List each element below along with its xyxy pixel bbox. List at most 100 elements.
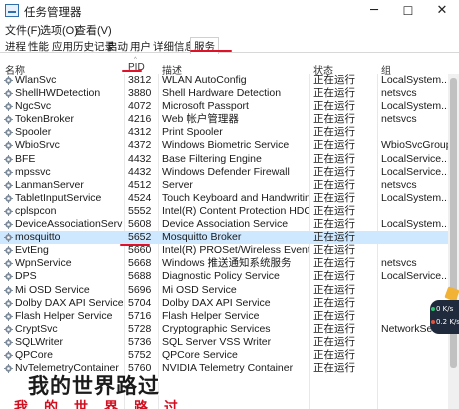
service-name: Spooler: [15, 126, 52, 139]
service-icon: [4, 180, 13, 190]
service-status: 正在运行: [313, 113, 355, 126]
service-icon: [4, 285, 13, 295]
service-row[interactable]: mosquitto 5652 Mosquitto Broker 正在运行: [0, 231, 459, 245]
menu-options[interactable]: 选项(O): [40, 22, 78, 38]
service-description: Touch Keyboard and Handwriting...: [162, 191, 309, 204]
menu-bar: 文件(F) 选项(O) 查看(V): [0, 22, 459, 37]
service-description: Cryptographic Services: [162, 322, 271, 335]
service-status: 正在运行: [313, 309, 355, 322]
service-description: Intel(R) PROSet/Wireless Event Log: [162, 244, 309, 257]
service-status: 正在运行: [313, 165, 355, 178]
service-row[interactable]: LanmanServer 4512 Server 正在运行 netsvcs: [0, 179, 459, 192]
maximize-button[interactable]: ☐: [391, 0, 425, 22]
service-name: BFE: [15, 152, 36, 165]
service-description: Mi OSD Service: [162, 283, 237, 296]
service-description: Windows Biometric Service: [162, 139, 290, 152]
tab-app-history[interactable]: 应用历史记录: [52, 39, 115, 54]
service-row[interactable]: DPS 5688 Diagnostic Policy Service 正在运行 …: [0, 270, 459, 283]
service-name: mpssvc: [15, 165, 51, 178]
service-icon: [4, 206, 13, 216]
service-name: WlanSvc: [15, 74, 57, 86]
service-row[interactable]: CryptSvc 5728 Cryptographic Services 正在运…: [0, 323, 459, 336]
menu-view[interactable]: 查看(V): [75, 22, 112, 38]
network-speed-widget[interactable]: 0 K/s 0.2 K/s: [430, 300, 459, 334]
service-row[interactable]: Spooler 4312 Print Spooler 正在运行: [0, 126, 459, 139]
service-row[interactable]: TokenBroker 4216 Web 帐户管理器 正在运行 netsvcs: [0, 113, 459, 126]
service-row[interactable]: NgcSvc 4072 Microsoft Passport 正在运行 Loca…: [0, 100, 459, 113]
service-name: mosquitto: [15, 231, 61, 244]
service-row[interactable]: Mi OSD Service 5696 Mi OSD Service 正在运行: [0, 284, 459, 297]
service-name: WbioSrvc: [15, 139, 60, 152]
service-status: 正在运行: [313, 270, 355, 283]
service-status: 正在运行: [313, 362, 355, 375]
menu-file[interactable]: 文件(F): [5, 22, 41, 38]
service-name: Flash Helper Service: [15, 309, 113, 322]
service-description: Intel(R) Content Protection HDCP ...: [162, 204, 309, 217]
service-name: LanmanServer: [15, 178, 84, 191]
service-status: 正在运行: [313, 74, 355, 86]
service-row[interactable]: WbioSrvc 4372 Windows Biometric Service …: [0, 139, 459, 152]
service-row[interactable]: BFE 4432 Base Filtering Engine 正在运行 Loca…: [0, 153, 459, 166]
service-pid: 4072: [128, 100, 152, 113]
service-row[interactable]: Flash Helper Service 5716 Flash Helper S…: [0, 310, 459, 323]
service-description: Flash Helper Service: [162, 309, 260, 322]
service-pid: 5608: [128, 218, 152, 231]
service-icon: [4, 364, 13, 374]
service-status: 正在运行: [313, 126, 355, 139]
minimize-button[interactable]: ─: [357, 0, 391, 22]
service-icon: [4, 246, 13, 256]
vertical-scrollbar[interactable]: [448, 74, 459, 409]
service-icon: [4, 102, 13, 112]
pid-5652-annotation: [120, 244, 150, 246]
close-button[interactable]: ✕: [425, 0, 459, 22]
service-description: Device Association Service: [162, 218, 289, 231]
tab-processes[interactable]: 进程: [5, 39, 26, 54]
service-icon: [4, 193, 13, 203]
service-row[interactable]: WlanSvc 3812 WLAN AutoConfig 正在运行 LocalS…: [0, 74, 459, 87]
service-icon: [4, 128, 13, 138]
service-status: 正在运行: [313, 218, 355, 231]
service-status: 正在运行: [313, 191, 355, 204]
service-row[interactable]: QPCore 5752 QPCore Service 正在运行: [0, 349, 459, 362]
watermark-text: 我的世界路过: [28, 373, 160, 398]
service-name: ShellHWDetection: [15, 87, 101, 100]
service-icon: [4, 298, 13, 308]
download-speed: 0.2 K/s: [436, 318, 459, 326]
service-row[interactable]: SQLWriter 5736 SQL Server VSS Writer 正在运…: [0, 336, 459, 349]
service-name: EvtEng: [15, 244, 49, 257]
tab-details[interactable]: 详细信息: [153, 39, 195, 54]
service-pid: 4372: [128, 139, 152, 152]
service-status: 正在运行: [313, 283, 355, 296]
service-row[interactable]: Dolby DAX API Service 5704 Dolby DAX API…: [0, 297, 459, 310]
service-row[interactable]: TabletInputService 4524 Touch Keyboard a…: [0, 192, 459, 205]
service-row[interactable]: mpssvc 4432 Windows Defender Firewall 正在…: [0, 166, 459, 179]
service-description: Dolby DAX API Service: [162, 296, 271, 309]
service-description: Base Filtering Engine: [162, 152, 262, 165]
service-row[interactable]: ShellHWDetection 3880 Shell Hardware Det…: [0, 87, 459, 100]
upload-speed: 0 K/s: [436, 305, 454, 313]
service-row[interactable]: DeviceAssociationService 5608 Device Ass…: [0, 218, 459, 231]
service-status: 正在运行: [313, 335, 355, 348]
service-description: Mosquitto Broker: [162, 231, 242, 244]
tab-users[interactable]: 用户: [130, 39, 151, 54]
service-pid: 3812: [128, 74, 152, 86]
service-pid: 5688: [128, 270, 152, 283]
tab-startup[interactable]: 启动: [107, 39, 128, 54]
service-status: 正在运行: [313, 87, 355, 100]
service-pid: 5736: [128, 335, 152, 348]
service-name: NgcSvc: [15, 100, 52, 113]
service-pid: 4312: [128, 126, 152, 139]
service-description: Shell Hardware Detection: [162, 87, 282, 100]
service-description: Server: [162, 178, 193, 191]
service-pid: 5668: [128, 257, 152, 270]
service-pid: 5704: [128, 296, 152, 309]
service-pid: 4524: [128, 191, 152, 204]
service-description: Diagnostic Policy Service: [162, 270, 280, 283]
tab-performance[interactable]: 性能: [28, 39, 49, 54]
service-row[interactable]: EvtEng 5660 Intel(R) PROSet/Wireless Eve…: [0, 244, 459, 257]
service-row[interactable]: WpnService 5668 Windows 推送通知系统服务 正在运行 ne…: [0, 257, 459, 270]
service-description: Print Spooler: [162, 126, 223, 139]
service-row[interactable]: cplspcon 5552 Intel(R) Content Protectio…: [0, 205, 459, 218]
service-status: 正在运行: [313, 231, 355, 244]
service-name: TabletInputService: [15, 191, 102, 204]
